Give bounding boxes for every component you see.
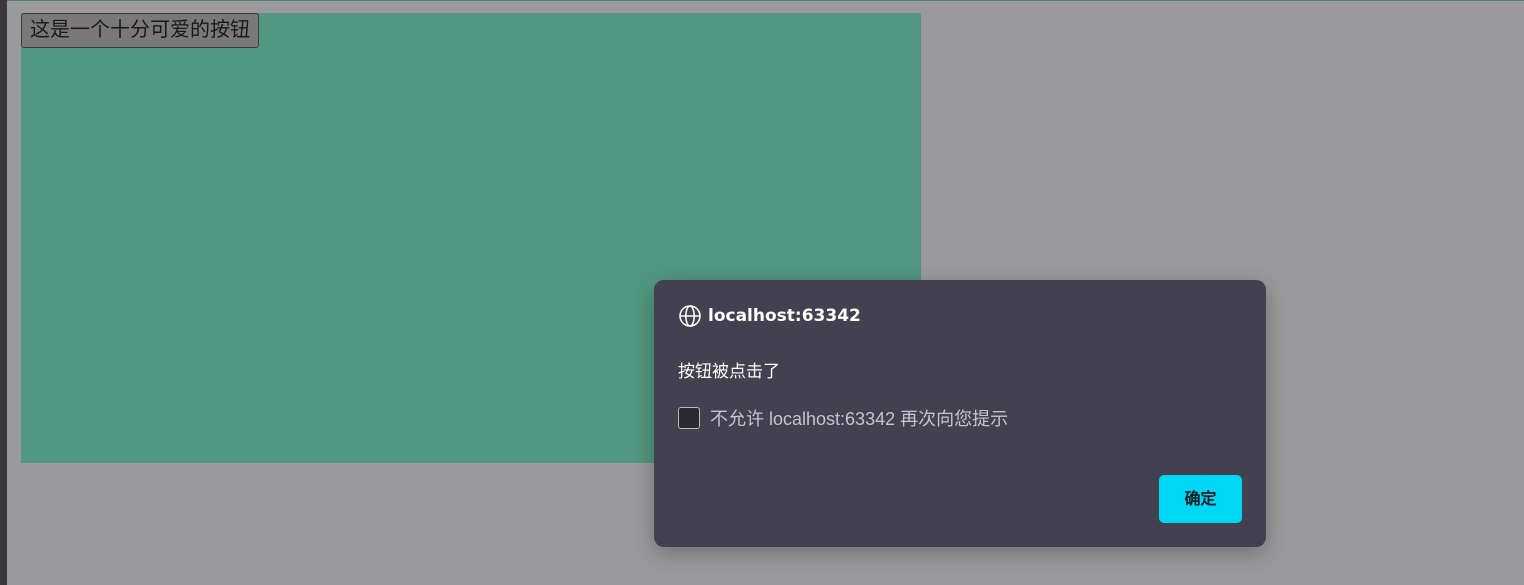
dialog-header: localhost:63342 <box>678 304 861 328</box>
cute-button[interactable]: 这是一个十分可爱的按钮 <box>21 13 259 48</box>
suppress-prompts-checkbox-row[interactable]: 不允许 localhost:63342 再次向您提示 <box>678 405 1008 430</box>
dialog-message: 按钮被点击了 <box>678 362 780 382</box>
suppress-prompts-checkbox[interactable] <box>678 406 700 429</box>
window-left-edge <box>0 0 7 585</box>
globe-icon <box>678 304 702 328</box>
dialog-origin-title: localhost:63342 <box>708 306 861 326</box>
window-top-edge <box>7 0 1524 1</box>
ok-button[interactable]: 确定 <box>1159 475 1242 523</box>
suppress-prompts-label[interactable]: 不允许 localhost:63342 再次向您提示 <box>710 405 1008 431</box>
alert-dialog: localhost:63342 按钮被点击了 不允许 localhost:633… <box>654 280 1266 547</box>
